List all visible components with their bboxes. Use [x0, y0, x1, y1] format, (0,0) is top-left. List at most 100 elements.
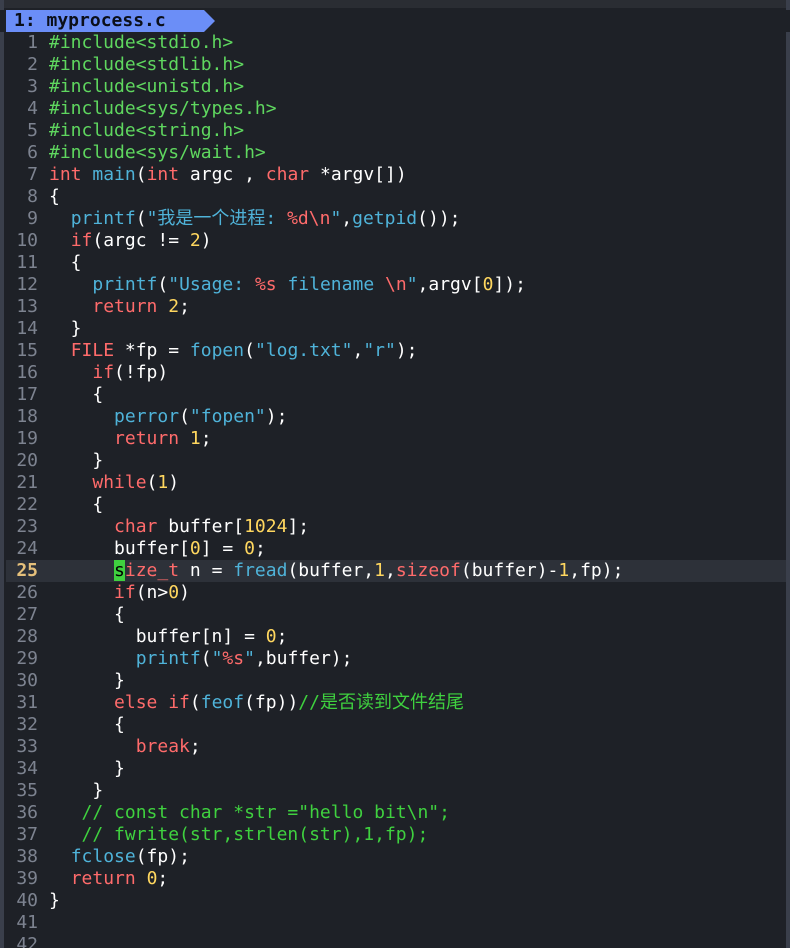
code-token: 0	[265, 626, 277, 647]
tab-label: 1: myprocess.c	[14, 10, 166, 31]
line-number: 4	[27, 98, 38, 119]
code-line[interactable]: 11 {	[6, 252, 786, 274]
line-number: 28	[16, 626, 38, 647]
line-number: 41	[16, 912, 38, 933]
code-line[interactable]: 23 char buffer[1024];	[6, 516, 786, 538]
code-line[interactable]: 35 }	[6, 780, 786, 802]
code-token: feof	[200, 692, 245, 713]
tab-myprocess-c[interactable]: 1: myprocess.c	[6, 10, 204, 32]
line-code: FILE *fp = fopen("log.txt","r");	[49, 340, 418, 362]
code-line[interactable]: 17 {	[6, 384, 786, 406]
code-line[interactable]: 9 printf("我是一个进程: %d\n",getpid());	[6, 208, 786, 230]
code-line[interactable]: 3 #include<unistd.h>	[6, 76, 786, 98]
code-token: ;	[276, 626, 288, 647]
code-line[interactable]: 6 #include<sys/wait.h>	[6, 142, 786, 164]
code-line[interactable]: 5 #include<string.h>	[6, 120, 786, 142]
code-line[interactable]: 30 }	[6, 670, 786, 692]
code-line[interactable]: 10 if(argc != 2)	[6, 230, 786, 252]
code-line[interactable]: 38 fclose(fp);	[6, 846, 786, 868]
code-line[interactable]: 13 return 2;	[6, 296, 786, 318]
code-token: ];	[287, 516, 310, 537]
code-token: (	[135, 164, 147, 185]
code-line[interactable]: 19 return 1;	[6, 428, 786, 450]
code-token: (	[157, 274, 169, 295]
code-token: "Usage:	[168, 274, 255, 295]
code-line[interactable]: 4 #include<sys/types.h>	[6, 98, 786, 120]
line-number: 39	[16, 868, 38, 889]
code-line[interactable]: 39 return 0;	[6, 868, 786, 890]
code-token: 2	[189, 230, 201, 251]
code-token: if	[92, 362, 115, 383]
line-code: size_t n = fread(buffer,1,sizeof(buffer)…	[49, 560, 623, 582]
code-line[interactable]: 40}	[6, 890, 786, 912]
line-code: // const char *str ="hello bit\n";	[49, 802, 450, 824]
code-line[interactable]: 1 #include<stdio.h>	[6, 32, 786, 54]
code-line[interactable]: 42	[6, 934, 786, 948]
code-token: ,fp);	[569, 560, 624, 581]
code-line[interactable]: 16 if(!fp)	[6, 362, 786, 384]
left-border	[0, 0, 4, 948]
code-line[interactable]: 18 perror("fopen");	[6, 406, 786, 428]
code-line[interactable]: 20 }	[6, 450, 786, 472]
code-line[interactable]: 15 FILE *fp = fopen("log.txt","r");	[6, 340, 786, 362]
line-number: 23	[16, 516, 38, 537]
code-line[interactable]: 24 buffer[0] = 0;	[6, 538, 786, 560]
line-code: }	[49, 758, 125, 780]
code-token: {	[49, 384, 104, 405]
code-line[interactable]: 25 size_t n = fread(buffer,1,sizeof(buff…	[6, 560, 786, 582]
code-line[interactable]: 34 }	[6, 758, 786, 780]
code-token: char	[265, 164, 310, 185]
code-token: "	[330, 208, 342, 229]
tab-arrow-icon	[204, 10, 215, 32]
code-line[interactable]: 28 buffer[n] = 0;	[6, 626, 786, 648]
code-line[interactable]: 22 {	[6, 494, 786, 516]
code-token: *argv[])	[309, 164, 407, 185]
code-line[interactable]: 32 {	[6, 714, 786, 736]
code-token: #include<stdlib.h>	[49, 54, 245, 75]
code-line[interactable]: 33 break;	[6, 736, 786, 758]
code-editor[interactable]: 1 #include<stdio.h> 2 #include<stdlib.h> 3 #i…	[6, 32, 786, 948]
code-token: fopen	[189, 340, 245, 361]
code-token: (	[200, 648, 212, 669]
code-line[interactable]: 21 while(1)	[6, 472, 786, 494]
code-line[interactable]: 36 // const char *str ="hello bit\n";	[6, 802, 786, 824]
code-token: {	[49, 714, 125, 735]
code-token: 0	[244, 538, 255, 559]
code-token: //是否读到文件结尾	[298, 692, 464, 713]
line-code: int main(int argc , char *argv[])	[49, 164, 407, 186]
code-line[interactable]: 37 // fwrite(str,strlen(str),1,fp);	[6, 824, 786, 846]
code-line[interactable]: 27 {	[6, 604, 786, 626]
code-token: "我是一个进程:	[146, 208, 288, 229]
code-token: if	[114, 582, 136, 603]
right-border	[786, 0, 790, 948]
code-line[interactable]: 7 int main(int argc , char *argv[])	[6, 164, 786, 186]
line-number: 19	[16, 428, 38, 449]
code-line[interactable]: 14 }	[6, 318, 786, 340]
code-token: int	[146, 164, 180, 185]
line-code: if(n>0)	[49, 582, 190, 604]
code-token: }	[49, 318, 82, 339]
code-line[interactable]: 26 if(n>0)	[6, 582, 786, 604]
line-code: #include<unistd.h>	[49, 76, 244, 98]
code-line[interactable]: 41	[6, 912, 786, 934]
code-line[interactable]: 8{	[6, 186, 786, 208]
line-number: 9	[27, 208, 38, 229]
code-line[interactable]: 12 printf("Usage: %s filename \n",argv[0…	[6, 274, 786, 296]
line-code: #include<stdlib.h>	[49, 54, 244, 76]
code-token: 1	[189, 428, 201, 449]
code-line[interactable]: 31 else if(feof(fp))//是否读到文件结尾	[6, 692, 786, 714]
code-token: return	[70, 868, 136, 889]
code-line[interactable]: 2 #include<stdlib.h>	[6, 54, 786, 76]
code-line[interactable]: 29 printf("%s",buffer);	[6, 648, 786, 670]
line-code: else if(feof(fp))//是否读到文件结尾	[49, 692, 464, 714]
